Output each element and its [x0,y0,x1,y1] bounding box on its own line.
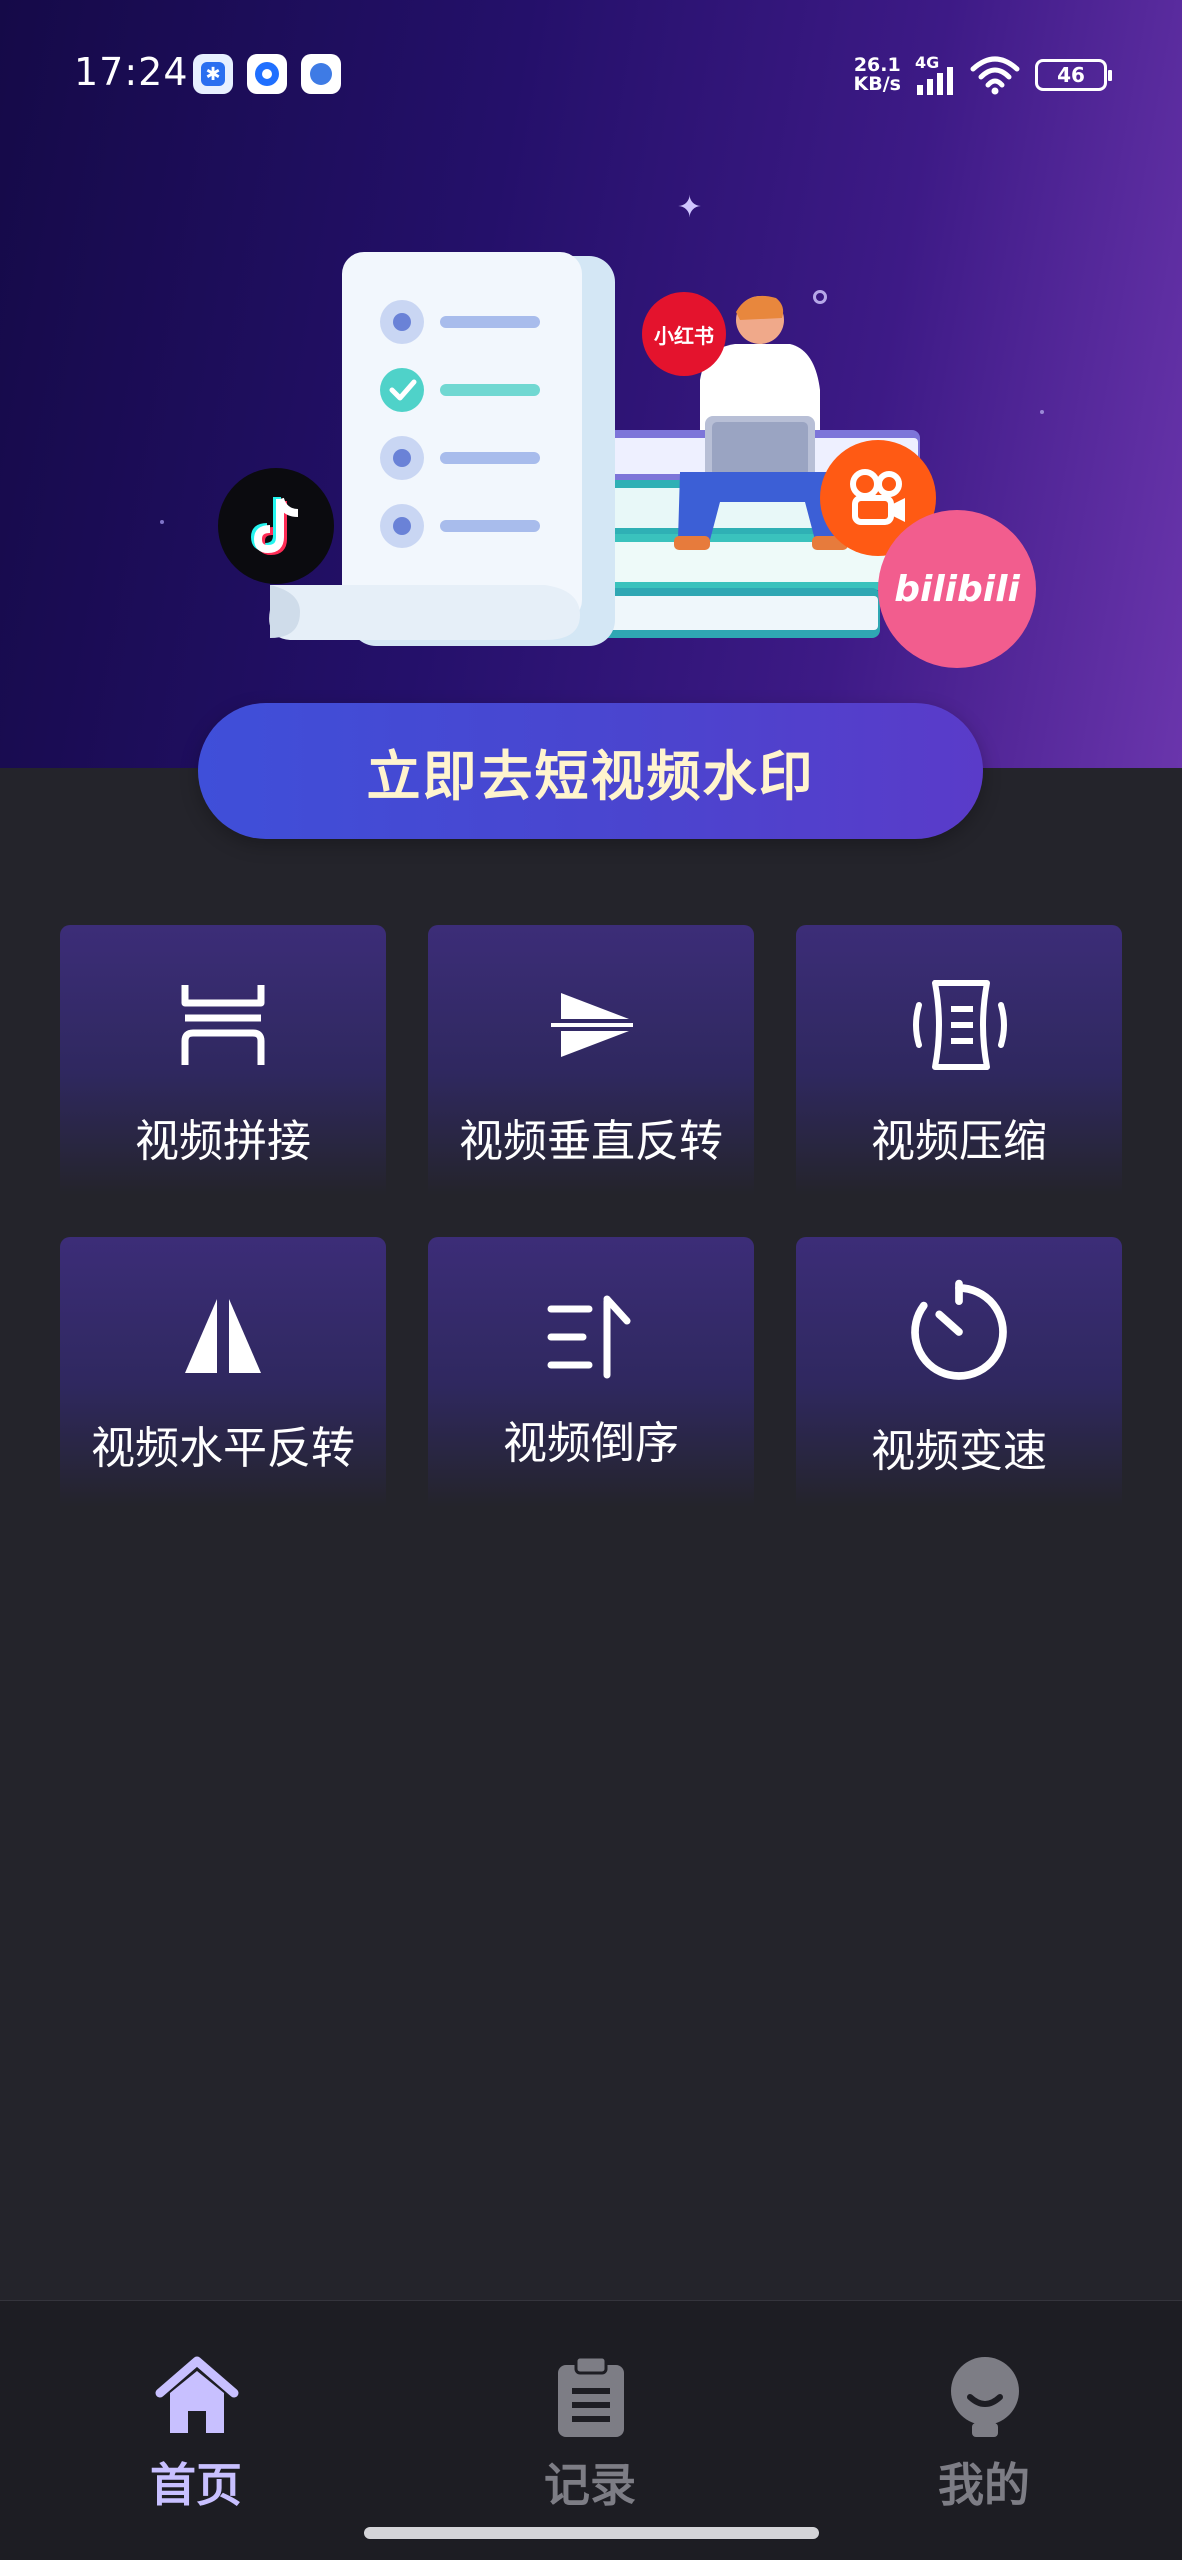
horizontal-flip-icon [185,1299,261,1373]
cellular-signal-icon: 4G [915,55,955,95]
network-speed: 26.1 KB/s [853,54,901,95]
compress-icon [913,980,1007,1070]
status-time: 17:24 [74,50,189,94]
tiktok-logo [218,468,334,584]
bilibili-label: bilibili [894,568,1020,610]
xiaohongshu-logo: 小红书 [642,292,726,376]
nav-home[interactable]: 首页 [76,2301,316,2521]
home-icon [155,2356,239,2433]
tool-speed[interactable]: 视频变速 [796,1237,1122,1507]
tool-label: 视频水平反转 [91,1423,355,1474]
notification-app-icon: ✱ [193,54,233,94]
sparkle-icon: ✦ [677,190,703,225]
tool-reverse[interactable]: 视频倒序 [428,1237,754,1507]
tool-label: 视频倒序 [503,1418,679,1469]
notification-app-icon [247,54,287,94]
video-splice-icon [181,985,265,1065]
tool-horizontal-flip[interactable]: 视频水平反转 [60,1237,386,1507]
notification-app-icon [301,54,341,94]
wifi-icon [970,56,1020,95]
speed-timer-icon [911,1279,1007,1380]
profile-icon [951,2357,1019,2437]
battery-icon: 46 [1035,59,1112,91]
tool-label: 视频拼接 [135,1116,311,1167]
nav-records[interactable]: 记录 [470,2301,710,2521]
nav-profile-label: 我的 [938,2458,1030,2512]
bottom-navigation: 首页 记录 我的 [0,2300,1182,2560]
tool-label: 视频垂直反转 [459,1116,723,1167]
status-right-group: 26.1 KB/s 4G 46 [853,52,1112,98]
reverse-order-icon [547,1295,631,1379]
xiaohongshu-label: 小红书 [654,323,714,348]
tool-label: 视频变速 [871,1426,1047,1477]
home-indicator-bar[interactable] [364,2527,819,2539]
nav-profile[interactable]: 我的 [864,2301,1104,2521]
nav-home-label: 首页 [150,2458,242,2512]
tool-video-splice[interactable]: 视频拼接 [60,925,386,1195]
tool-vertical-flip[interactable]: 视频垂直反转 [428,925,754,1195]
remove-watermark-button[interactable]: 立即去短视频水印 [198,703,983,839]
dot-icon [160,520,164,524]
tool-label: 视频压缩 [871,1116,1047,1167]
nav-records-label: 记录 [544,2458,636,2512]
hero-banner: ✦ 小红书 bilibili 17:24 ✱ 26.1 KB/s 4G 46 [0,0,1182,768]
bilibili-logo: bilibili [878,510,1036,668]
status-bar: 17:24 ✱ 26.1 KB/s 4G 46 [0,0,1182,150]
vertical-flip-icon [551,993,633,1057]
clipboard-icon [558,2355,624,2437]
tool-compress[interactable]: 视频压缩 [796,925,1122,1195]
